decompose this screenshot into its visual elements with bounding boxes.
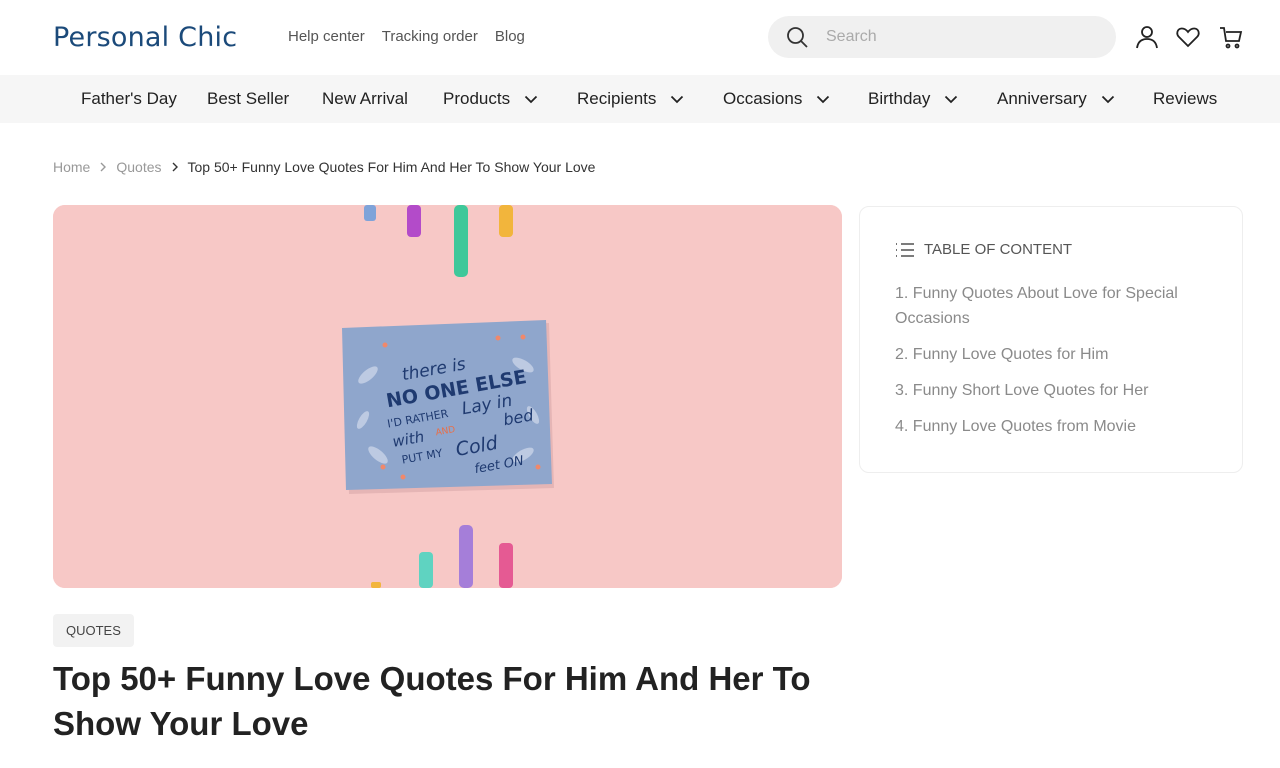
wishlist-heart-icon[interactable] xyxy=(1175,24,1201,50)
list-icon xyxy=(896,242,914,257)
chevron-right-icon xyxy=(172,162,178,172)
toc-item[interactable]: 4. Funny Love Quotes from Movie xyxy=(895,414,1215,439)
nav-label: New Arrival xyxy=(322,89,408,108)
nav-label: Occasions xyxy=(723,89,803,108)
nav-item-birthday[interactable]: Birthday xyxy=(868,89,958,109)
nav-item-new-arrival[interactable]: New Arrival xyxy=(322,89,408,109)
help-center-link[interactable]: Help center xyxy=(288,28,365,45)
breadcrumb: Home Quotes Top 50+ Funny Love Quotes Fo… xyxy=(53,159,595,175)
search-bar[interactable] xyxy=(768,16,1116,58)
blog-link[interactable]: Blog xyxy=(495,28,525,45)
chevron-down-icon xyxy=(1101,95,1114,103)
nav-label: Anniversary xyxy=(997,89,1087,108)
chevron-down-icon xyxy=(524,95,538,103)
breadcrumb-home-link[interactable]: Home xyxy=(53,159,90,175)
chevron-down-icon xyxy=(671,95,684,103)
nav-item-anniversary[interactable]: Anniversary xyxy=(997,89,1115,109)
nav-item-recipients[interactable]: Recipients xyxy=(577,89,684,109)
chevron-down-icon xyxy=(817,95,830,103)
site-header: Personal Chic Help center Tracking order… xyxy=(0,0,1280,75)
hero-image: there is NO ONE ELSE I'D RATHER Lay in w… xyxy=(53,205,842,588)
toc-header: TABLE OF CONTENT xyxy=(895,241,1072,258)
search-icon xyxy=(787,27,808,48)
toc-heading: TABLE OF CONTENT xyxy=(924,241,1073,258)
nav-label: Birthday xyxy=(868,89,931,108)
table-of-content: TABLE OF CONTENT 1. Funny Quotes About L… xyxy=(859,206,1243,473)
site-logo[interactable]: Personal Chic xyxy=(53,22,237,53)
tracking-order-link[interactable]: Tracking order xyxy=(382,28,478,45)
toc-item[interactable]: 1. Funny Quotes About Love for Special O… xyxy=(895,281,1215,331)
article-title: Top 50+ Funny Love Quotes For Him And He… xyxy=(53,660,811,742)
breadcrumb-quotes-link[interactable]: Quotes xyxy=(116,159,161,175)
chevron-down-icon xyxy=(945,95,958,103)
account-icon[interactable] xyxy=(1134,24,1160,50)
nav-item-best-seller[interactable]: Best Seller xyxy=(207,89,289,109)
main-nav: Father's Day Best Seller New Arrival Pro… xyxy=(0,75,1280,123)
nav-label: Father's Day xyxy=(81,89,177,108)
nav-item-occasions[interactable]: Occasions xyxy=(723,89,830,109)
nav-label: Recipients xyxy=(577,89,657,108)
nav-label: Best Seller xyxy=(207,89,290,108)
toc-item[interactable]: 3. Funny Short Love Quotes for Her xyxy=(895,378,1215,403)
top-links: Help center Tracking order Blog xyxy=(288,28,525,45)
nav-item-fathers-day[interactable]: Father's Day xyxy=(81,89,177,109)
breadcrumb-current: Top 50+ Funny Love Quotes For Him And He… xyxy=(187,159,596,175)
chevron-right-icon xyxy=(100,162,107,172)
nav-label: Reviews xyxy=(1153,89,1218,108)
toc-list: 1. Funny Quotes About Love for Special O… xyxy=(895,281,1215,450)
cart-icon[interactable] xyxy=(1218,24,1244,50)
nav-item-products[interactable]: Products xyxy=(443,89,538,109)
hero-illustration: there is NO ONE ELSE I'D RATHER Lay in w… xyxy=(53,205,842,588)
search-input[interactable] xyxy=(826,24,1096,50)
nav-item-reviews[interactable]: Reviews xyxy=(1153,89,1217,109)
category-tag[interactable]: QUOTES xyxy=(53,614,134,647)
nav-label: Products xyxy=(443,89,511,108)
toc-item[interactable]: 2. Funny Love Quotes for Him xyxy=(895,342,1215,367)
